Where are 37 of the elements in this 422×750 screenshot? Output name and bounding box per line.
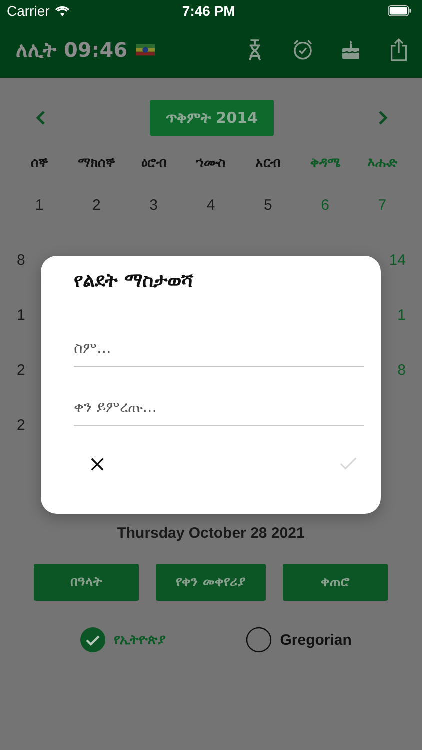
weekday-label: አርብ [254, 156, 282, 171]
action-button[interactable]: ቀጠሮ [283, 564, 388, 601]
action-button[interactable]: የቀን መቀየሪያ [156, 564, 266, 601]
day-number[interactable]: 5 [240, 197, 297, 214]
dialog-title: የልደት ማስታወሻ [74, 270, 195, 292]
day-number[interactable]: 1 [17, 307, 26, 324]
weekday-label: እሑድ [366, 156, 398, 171]
carrier-label: Carrier [7, 3, 50, 19]
weekday-label: ማክሰኞ [77, 156, 116, 171]
calendar-type-label[interactable]: Gregorian [280, 632, 352, 648]
weekday-label: ኀሙስ [194, 156, 227, 171]
day-number[interactable]: 2 [17, 417, 26, 434]
battery-icon [388, 5, 412, 17]
flag-icon [136, 44, 155, 56]
input-field[interactable]: ቀን ይምረጡ... [74, 389, 364, 426]
cake-icon[interactable] [340, 38, 362, 62]
header-title: ለሊት 09:46 [16, 38, 128, 62]
wifi-icon [54, 6, 70, 16]
selected-date: Thursday October 28 2021 [117, 525, 305, 542]
weekday-label: ሰኞ [30, 156, 50, 171]
day-number[interactable]: 2 [68, 197, 126, 214]
radio-button[interactable] [246, 627, 272, 653]
day-number[interactable]: 3 [125, 197, 182, 214]
weekday-label: ዕሮብ [140, 156, 168, 171]
day-number[interactable]: 4 [182, 197, 240, 214]
share-icon[interactable] [388, 38, 410, 62]
input-field[interactable]: ስም... [74, 330, 364, 367]
day-number[interactable]: 2 [17, 362, 26, 379]
clock-time: 7:46 PM [181, 3, 236, 19]
weekday-label: ቅዳሜ [309, 156, 342, 171]
day-number[interactable]: 8 [17, 252, 26, 269]
alarm-clock-icon[interactable] [292, 38, 314, 62]
radio-button[interactable] [80, 627, 106, 653]
action-button[interactable]: በዓላት [34, 564, 139, 601]
day-number[interactable]: 1 [11, 197, 68, 214]
month-button[interactable]: ጥቅምት 2014 [150, 100, 274, 136]
close-icon[interactable] [90, 456, 105, 472]
